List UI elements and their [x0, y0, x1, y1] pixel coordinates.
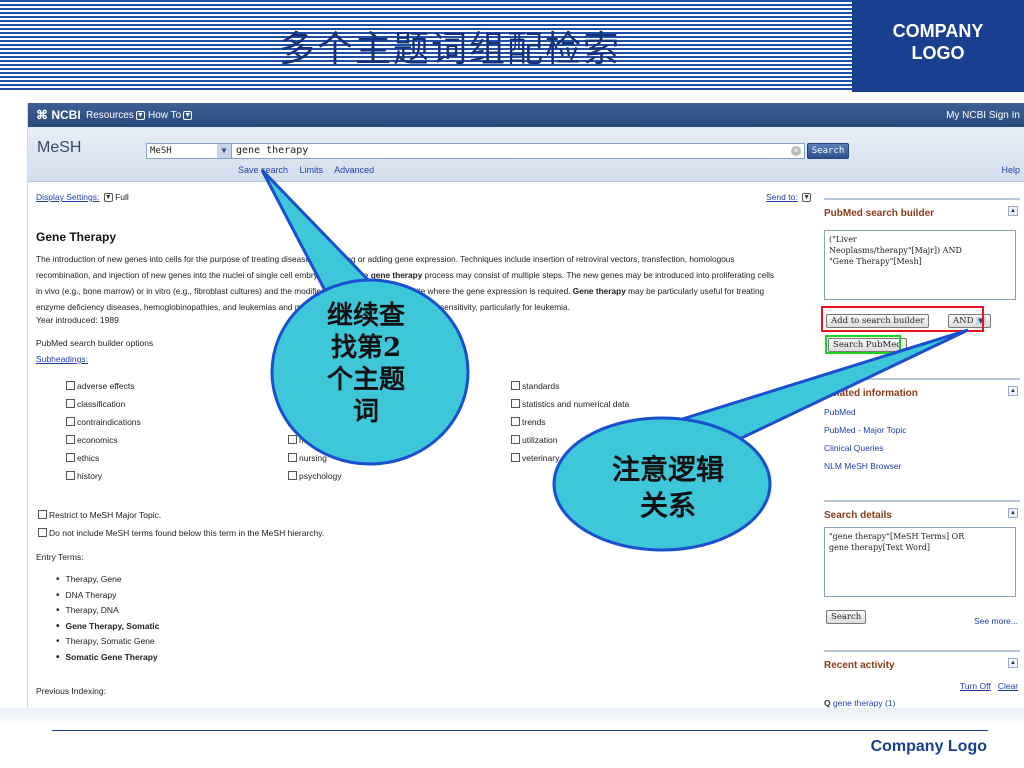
callout-right-line: 注意逻辑	[611, 453, 724, 486]
footer-divider	[52, 730, 988, 731]
callout-left-line: 词	[352, 397, 379, 427]
footer-band	[0, 708, 1024, 728]
callout-right-line: 关系	[639, 489, 696, 522]
footer-logo: Company Logo	[870, 738, 987, 755]
callout-left-line: 找第2	[330, 333, 402, 363]
callout-layer	[260, 168, 969, 552]
callout-left-line: 个主题	[326, 365, 405, 395]
callout-left-text: 继续查 找第2 个主题 词	[286, 300, 446, 428]
callout-left-line: 继续查	[326, 301, 405, 331]
callout-right-text: 注意逻辑 关系	[578, 452, 758, 524]
